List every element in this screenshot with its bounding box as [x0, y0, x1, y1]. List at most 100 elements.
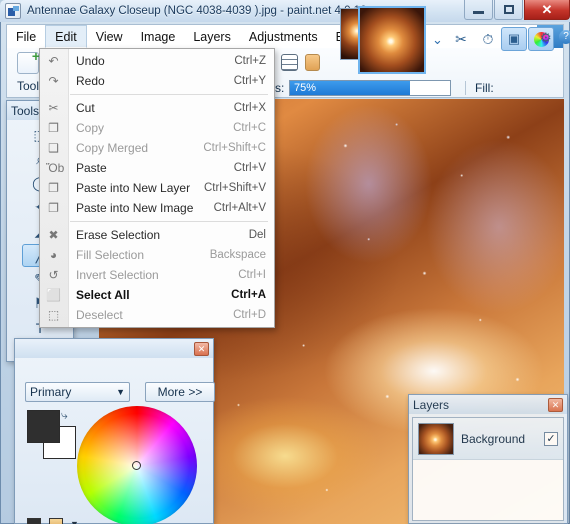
menu-item-shortcut: Ctrl+I [238, 269, 266, 281]
menu-item-label: Invert Selection [76, 268, 159, 282]
layers-toggle-icon[interactable]: ▣ [501, 27, 527, 51]
palette-caret-icon[interactable]: ▼ [70, 519, 79, 524]
menu-item-label: Fill Selection [76, 248, 145, 262]
paste-icon: Ὄb [46, 161, 65, 175]
title-bar: Antennae Galaxy Closeup (NGC 4038-4039 )… [0, 0, 570, 22]
layers-panel: Layers ✕ Background ✓ [408, 394, 568, 524]
menu-item-invert-selection: ↺ Invert Selection Ctrl+I [40, 265, 274, 285]
color-mode-select[interactable]: Primary ▼ [25, 382, 130, 402]
menu-item-select-all[interactable]: ⬜ Select All Ctrl+A [40, 285, 274, 305]
menu-item-shortcut: Ctrl+A [231, 289, 266, 301]
paste-new-image-icon: ❐ [48, 201, 59, 215]
menu-item-shortcut: Ctrl+X [233, 102, 266, 114]
menu-item-label: Undo [76, 54, 105, 68]
menu-item-redo[interactable]: ↷ Redo Ctrl+Y [40, 71, 274, 91]
menu-item-label: Erase Selection [76, 228, 161, 242]
window-controls: ✕ [463, 0, 570, 21]
menu-file[interactable]: File [7, 25, 45, 48]
copy-icon: ❐ [48, 121, 59, 135]
layers-panel-close-button[interactable]: ✕ [548, 397, 563, 412]
menu-item-deselect: ⬚ Deselect Ctrl+D [40, 305, 274, 325]
hardness-slider[interactable]: 75% [289, 80, 451, 96]
colors-panel: ✕ Primary ▼ More >> ⤷ ▼ [14, 338, 215, 524]
menu-item-copy: ❐ Copy Ctrl+C [40, 118, 274, 138]
menu-item-paste[interactable]: Ὄb Paste Ctrl+V [40, 158, 274, 178]
help-icon[interactable]: ? [559, 30, 570, 44]
menu-item-erase-selection[interactable]: ✖ Erase Selection Del [40, 225, 274, 245]
reset-colors-icon[interactable] [27, 518, 41, 524]
toolbar-divider [465, 81, 466, 95]
fill-label: Fill: [475, 81, 494, 95]
chevron-down-icon: ▼ [116, 387, 125, 397]
primary-color-swatch[interactable] [27, 410, 60, 443]
app-icon [5, 3, 21, 19]
redo-arrow-icon: ↷ [48, 74, 59, 88]
menu-item-paste-into-new-layer[interactable]: ❐ Paste into New Layer Ctrl+Shift+V [40, 178, 274, 198]
colors-panel-body: Primary ▼ More >> ⤷ ▼ [15, 358, 215, 524]
menu-separator [70, 221, 268, 222]
menu-item-label: Paste [76, 161, 107, 175]
thumbnail-active[interactable] [358, 6, 426, 74]
layer-list-empty-area [413, 460, 563, 520]
menu-adjustments[interactable]: Adjustments [240, 25, 327, 48]
colors-panel-close-button[interactable]: ✕ [194, 341, 209, 356]
deselect-icon: ⬚ [47, 308, 60, 322]
menu-edit[interactable]: Edit [45, 25, 87, 48]
edit-menu-items: ↶ Undo Ctrl+Z ↷ Redo Ctrl+Y ✂ Cut Ctrl+X ❐ Copy Ctr… [40, 51, 274, 325]
menu-item-shortcut: Ctrl+Alt+V [213, 202, 266, 214]
menu-view[interactable]: View [87, 25, 132, 48]
ruler-icon[interactable] [305, 54, 320, 71]
layer-list: Background ✓ [412, 417, 564, 521]
tools-toggle-icon[interactable]: ✂ [448, 27, 474, 51]
paint-net-application: Antennae Galaxy Closeup (NGC 4038-4039 )… [0, 0, 570, 524]
layer-name: Background [461, 431, 526, 446]
colors-panel-title-bar: ✕ [15, 339, 213, 358]
table-row[interactable]: Background ✓ [413, 418, 563, 460]
erase-icon: ✖ [48, 228, 59, 242]
menu-layers[interactable]: Layers [184, 25, 240, 48]
select-all-icon: ⬜ [46, 288, 61, 302]
menu-item-shortcut: Ctrl+Z [234, 55, 266, 67]
tools-panel-title: Tools [11, 103, 40, 118]
fill-icon: ◕ [49, 248, 58, 262]
layers-panel-title: Layers [413, 397, 450, 412]
menu-item-undo[interactable]: ↶ Undo Ctrl+Z [40, 51, 274, 71]
menu-item-shortcut: Ctrl+Y [233, 75, 266, 87]
menu-item-shortcut: Ctrl+C [233, 122, 266, 134]
settings-gear-icon[interactable]: ⚙ [540, 30, 552, 46]
menu-item-shortcut: Ctrl+V [233, 162, 266, 174]
history-toggle-icon[interactable]: ⏱ [475, 27, 501, 51]
hardness-value: 75% [294, 82, 317, 94]
menu-item-shortcut: Backspace [209, 249, 266, 261]
menu-item-label: Select All [76, 288, 130, 302]
menu-item-label: Paste into New Image [76, 201, 194, 215]
menu-item-label: Redo [76, 74, 105, 88]
color-wheel-marker[interactable] [132, 461, 141, 470]
color-mode-value: Primary [30, 385, 72, 399]
copy-merged-icon: ❑ [48, 141, 59, 155]
palette-icon[interactable] [49, 518, 63, 524]
menu-item-copy-merged: ❑ Copy Merged Ctrl+Shift+C [40, 138, 274, 158]
edit-dropdown-menu: ↶ Undo Ctrl+Z ↷ Redo Ctrl+Y ✂ Cut Ctrl+X ❐ Copy Ctr… [39, 48, 275, 328]
new-image-icon[interactable] [17, 48, 40, 74]
invert-selection-icon: ↺ [48, 268, 59, 282]
grid-icon[interactable] [281, 54, 298, 71]
minimize-button[interactable] [464, 0, 493, 20]
menu-item-shortcut: Del [248, 229, 266, 241]
more-colors-button[interactable]: More >> [145, 382, 215, 402]
maximize-button[interactable] [494, 0, 523, 20]
menu-image[interactable]: Image [132, 25, 185, 48]
undo-arrow-icon: ↶ [48, 54, 59, 68]
swap-colors-icon[interactable]: ⤷ [61, 408, 68, 423]
chevron-down-icon[interactable]: ⌄ [432, 32, 443, 48]
menu-item-paste-into-new-image[interactable]: ❐ Paste into New Image Ctrl+Alt+V [40, 198, 274, 218]
menu-separator [70, 94, 268, 95]
menu-item-shortcut: Ctrl+D [233, 309, 266, 321]
layer-visibility-checkbox[interactable]: ✓ [544, 431, 558, 446]
window-title: Antennae Galaxy Closeup (NGC 4038-4039 )… [27, 5, 367, 17]
layer-thumbnail [418, 422, 454, 455]
menu-item-label: Copy Merged [76, 141, 149, 155]
menu-item-cut[interactable]: ✂ Cut Ctrl+X [40, 98, 274, 118]
close-button[interactable]: ✕ [524, 0, 570, 20]
paste-new-layer-icon: ❐ [48, 181, 59, 195]
